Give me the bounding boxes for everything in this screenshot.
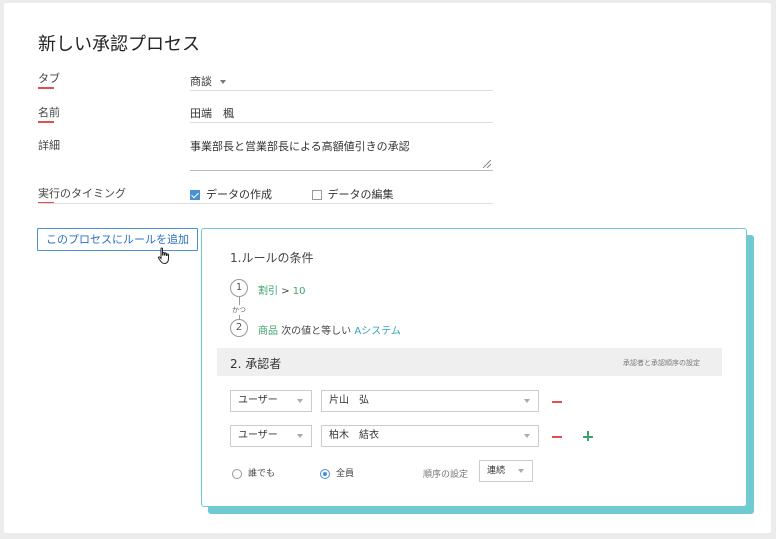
name-input[interactable]: 田端 楓 (190, 105, 493, 123)
mode-all-radio[interactable]: 全員 (320, 466, 354, 479)
divider (38, 203, 493, 204)
tab-select[interactable]: 商談 (190, 73, 493, 91)
approvers-settings-link[interactable]: 承認者と承認順序の設定 (623, 358, 700, 368)
condition-number: 1 (230, 279, 248, 297)
required-marker (38, 87, 54, 89)
chevron-down-icon (524, 434, 530, 438)
timing-options: データの作成 データの編集 (190, 186, 493, 204)
condition-row-1[interactable]: 割引 > 10 (258, 282, 306, 297)
chevron-down-icon (297, 434, 303, 438)
conditions-title: 1.ルールの条件 (230, 251, 314, 265)
radio-selected-icon (320, 468, 330, 479)
timing-label: 実行のタイミング (38, 185, 126, 204)
approver-user-select[interactable]: 片山 弘 (321, 390, 539, 412)
approver-type-select[interactable]: ユーザー (230, 425, 312, 447)
add-rule-button[interactable]: このプロセスにルールを追加 (37, 228, 198, 251)
radio-icon (232, 468, 242, 479)
tab-label: タブ (38, 70, 60, 89)
approvers-section-header: 2. 承認者 承認者と承認順序の設定 (217, 348, 722, 376)
detail-textarea[interactable]: 事業部長と営業部長による高額値引きの承認 (190, 138, 493, 171)
order-label: 順序の設定 (423, 470, 469, 480)
order-select[interactable]: 連続 (479, 460, 533, 482)
join-word: かつ (231, 305, 247, 315)
approver-type-select[interactable]: ユーザー (230, 390, 312, 412)
mode-anyone-radio[interactable]: 誰でも (232, 466, 275, 479)
checkbox-checked-icon (190, 190, 200, 200)
approver-user-select[interactable]: 柏木 結衣 (321, 425, 539, 447)
required-marker (38, 121, 54, 123)
timing-edit-checkbox[interactable]: データの編集 (311, 188, 394, 201)
timing-create-checkbox[interactable]: データの作成 (190, 188, 272, 201)
name-label: 名前 (38, 104, 60, 123)
condition-number: 2 (230, 319, 248, 337)
detail-label: 詳細 (38, 139, 60, 152)
condition-row-2[interactable]: 商品 次の値と等しい Aシステム (258, 322, 401, 337)
rule-panel: 1.ルールの条件 1 割引 > 10 かつ 2 商品 次の値と等しい Aシステム… (201, 228, 747, 507)
resize-handle-icon[interactable] (483, 160, 491, 168)
page-title: 新しい承認プロセス (38, 34, 200, 55)
chevron-down-icon (518, 469, 524, 473)
hand-cursor-icon (157, 247, 169, 265)
checkbox-icon (311, 190, 322, 200)
chevron-down-icon (220, 80, 226, 84)
chevron-down-icon (297, 399, 303, 403)
approvers-title: 2. 承認者 (230, 357, 282, 371)
remove-approver-icon[interactable] (552, 401, 562, 403)
remove-approver-icon[interactable] (552, 436, 562, 438)
chevron-down-icon (524, 399, 530, 403)
